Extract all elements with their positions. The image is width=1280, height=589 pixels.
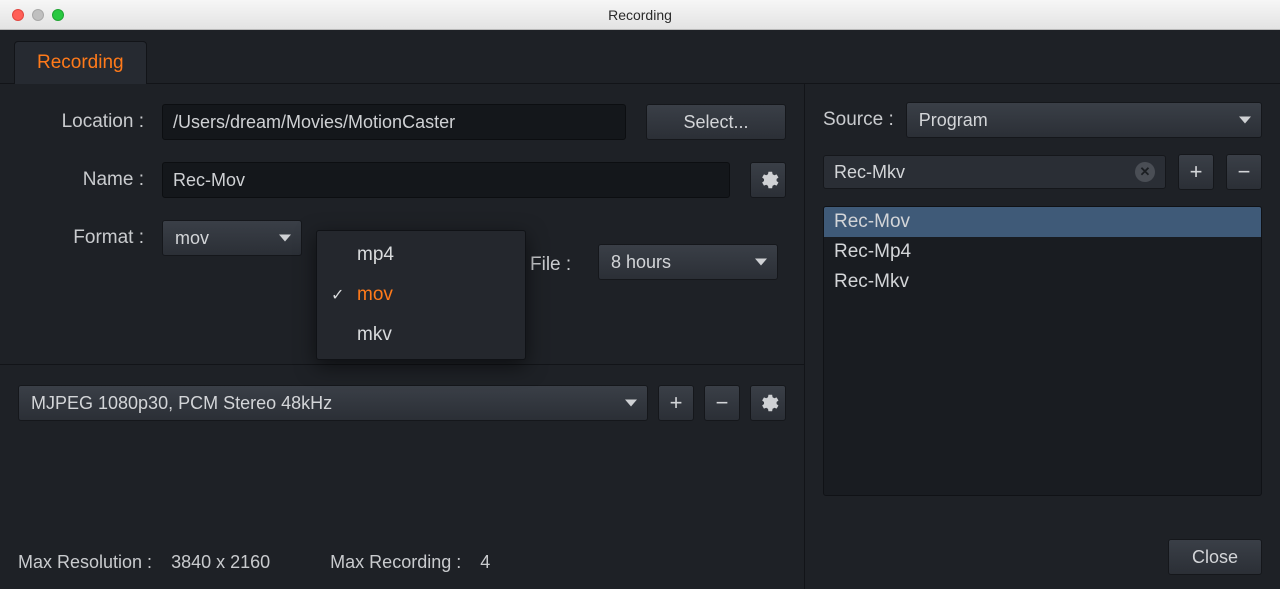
traffic-lights	[0, 9, 64, 21]
format-option-mov[interactable]: mov	[317, 275, 525, 315]
max-recording-label: Max Recording :	[330, 552, 461, 572]
list-item[interactable]: Rec-Mp4	[824, 237, 1261, 267]
encoding-remove-button[interactable]: −	[704, 385, 740, 421]
location-label: Location :	[18, 111, 152, 133]
encoding-select[interactable]: MJPEG 1080p30, PCM Stereo 48kHz	[18, 385, 648, 421]
max-resolution-label: Max Resolution :	[18, 552, 152, 572]
list-item[interactable]: Rec-Mkv	[824, 267, 1261, 297]
divider	[0, 364, 804, 365]
format-option-mp4[interactable]: mp4	[317, 235, 525, 275]
gear-icon	[757, 392, 779, 414]
selected-recording-chip: Rec-Mkv ✕	[823, 155, 1166, 189]
name-field[interactable]: Rec-Mov	[162, 162, 730, 198]
close-window-icon[interactable]	[12, 9, 24, 21]
chip-label: Rec-Mkv	[834, 162, 1127, 183]
titlebar: Recording	[0, 0, 1280, 30]
encoding-add-button[interactable]: +	[658, 385, 694, 421]
chevron-down-icon	[1239, 117, 1251, 124]
format-option-mkv[interactable]: mkv	[317, 315, 525, 355]
source-label: Source :	[823, 109, 894, 131]
list-item[interactable]: Rec-Mov	[824, 207, 1261, 237]
content-area: Recording Location : /Users/dream/Movies…	[0, 30, 1280, 589]
tab-bar: Recording	[0, 30, 1280, 84]
gear-icon	[757, 169, 779, 191]
encoding-settings-button[interactable]	[750, 385, 786, 421]
format-select-value: mov	[175, 228, 209, 249]
tab-recording[interactable]: Recording	[14, 41, 147, 84]
chevron-down-icon	[755, 259, 767, 266]
minimize-window-icon	[32, 9, 44, 21]
window-title: Recording	[0, 7, 1280, 23]
chevron-down-icon	[279, 235, 291, 242]
location-field[interactable]: /Users/dream/Movies/MotionCaster	[162, 104, 626, 140]
right-panel: Source : Program Rec-Mkv ✕ + − Rec-Mov R…	[805, 84, 1280, 589]
name-settings-button[interactable]	[750, 162, 786, 198]
name-label: Name :	[18, 169, 152, 191]
recording-remove-button[interactable]: −	[1226, 154, 1262, 190]
footer-status: Max Resolution : 3840 x 2160 Max Recordi…	[18, 552, 786, 573]
format-select[interactable]: mov	[162, 220, 302, 256]
encoding-value: MJPEG 1080p30, PCM Stereo 48kHz	[31, 393, 332, 414]
file-duration-value: 8 hours	[611, 252, 671, 273]
recording-list[interactable]: Rec-Mov Rec-Mp4 Rec-Mkv	[823, 206, 1262, 496]
source-select[interactable]: Program	[906, 102, 1262, 138]
max-recording-value: 4	[480, 552, 490, 572]
file-duration-select[interactable]: 8 hours	[598, 244, 778, 280]
select-location-button[interactable]: Select...	[646, 104, 786, 140]
chip-remove-icon[interactable]: ✕	[1135, 162, 1155, 182]
recording-add-button[interactable]: +	[1178, 154, 1214, 190]
file-label: File :	[530, 254, 571, 276]
source-value: Program	[919, 110, 988, 131]
close-button[interactable]: Close	[1168, 539, 1262, 575]
left-panel: Location : /Users/dream/Movies/MotionCas…	[0, 84, 805, 589]
format-label: Format :	[18, 227, 152, 249]
max-resolution-value: 3840 x 2160	[171, 552, 270, 572]
format-dropdown-popup: mp4 mov mkv	[316, 230, 526, 360]
chevron-down-icon	[625, 400, 637, 407]
zoom-window-icon[interactable]	[52, 9, 64, 21]
